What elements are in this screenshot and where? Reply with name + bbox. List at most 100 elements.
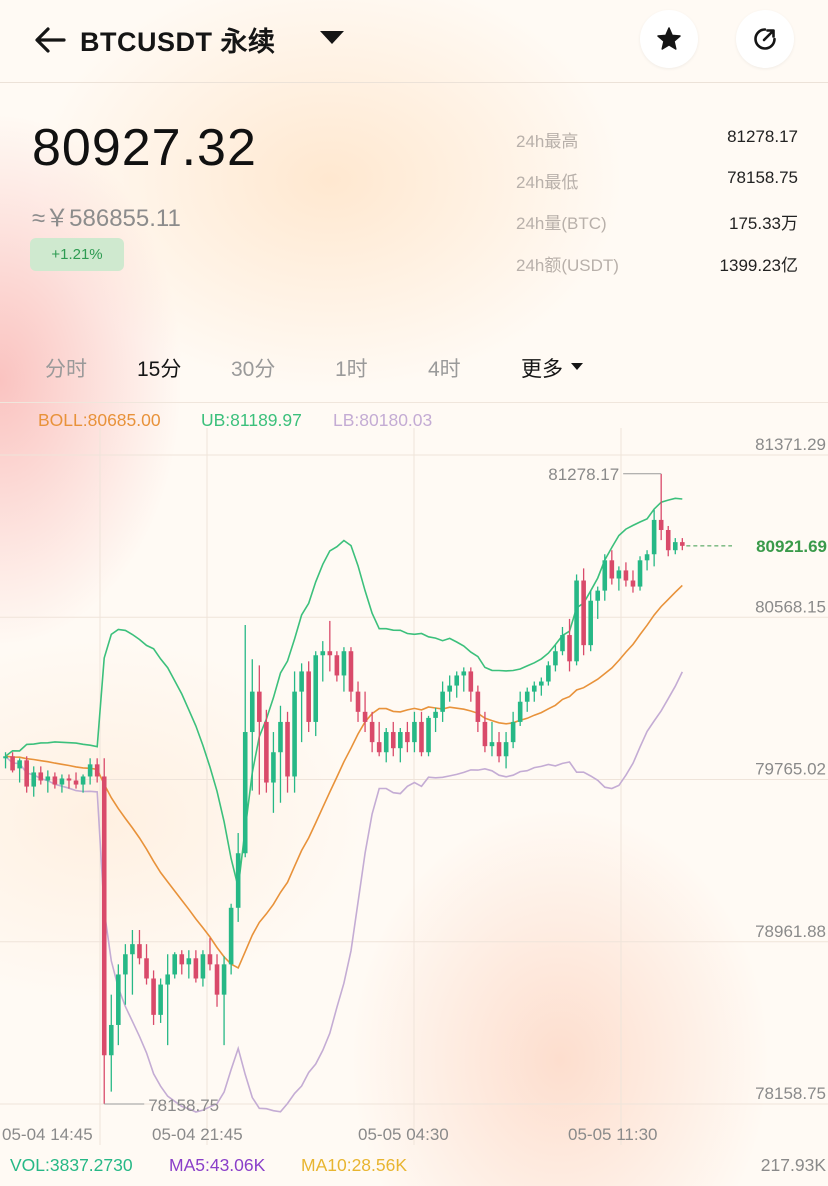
- candle: [235, 833, 241, 922]
- candle-body: [334, 655, 340, 676]
- tab-15m[interactable]: 15分: [137, 353, 181, 383]
- candle: [179, 950, 185, 975]
- candle: [313, 651, 319, 737]
- candle: [623, 562, 629, 587]
- symbol-title[interactable]: BTCUSDT 永续: [80, 20, 276, 59]
- candle: [454, 671, 460, 698]
- candle: [130, 930, 135, 995]
- tab-30m[interactable]: 30分: [231, 353, 275, 383]
- candle-body: [567, 635, 572, 662]
- candle: [539, 677, 544, 696]
- candle-body: [623, 570, 629, 581]
- candle: [602, 554, 608, 601]
- candle-body: [200, 954, 206, 979]
- tab-1h[interactable]: 1时: [335, 353, 368, 383]
- candle: [278, 705, 283, 803]
- candle: [186, 950, 192, 979]
- candle-body: [376, 742, 382, 753]
- ma10-label: MA10:28.56K: [301, 1155, 408, 1175]
- candle-body: [461, 671, 467, 676]
- tab-more[interactable]: 更多: [521, 353, 563, 383]
- candle-body: [172, 954, 178, 975]
- candle: [214, 954, 220, 1007]
- candle: [581, 568, 586, 656]
- candle-body: [468, 671, 474, 692]
- boll-lower-line: [4, 671, 684, 1113]
- candle-body: [179, 954, 185, 965]
- candle: [116, 964, 121, 1046]
- share-icon: [754, 28, 776, 50]
- candle: [341, 647, 347, 692]
- top-bar: BTCUSDT 永续: [0, 0, 828, 83]
- candle-body: [214, 964, 220, 995]
- candle-body: [52, 776, 58, 785]
- candle-body: [94, 764, 100, 777]
- back-button[interactable]: [30, 22, 70, 58]
- candle-body: [207, 954, 213, 965]
- tab-4h[interactable]: 4时: [428, 353, 461, 383]
- candle: [369, 711, 375, 753]
- candle: [475, 685, 481, 733]
- x-axis-tick-label: 05-05 11:30: [568, 1125, 657, 1144]
- candle-body: [616, 570, 622, 579]
- candle-body: [369, 721, 375, 743]
- x-axis-tick-label: 05-04 14:45: [2, 1125, 93, 1144]
- x-axis-tick-label: 05-05 04:30: [358, 1125, 449, 1144]
- candle-body: [433, 711, 438, 718]
- stat-label-volume: 24h量(BTC): [516, 214, 607, 233]
- candle-body: [609, 560, 615, 579]
- candle-body: [278, 721, 283, 753]
- candle-body: [158, 984, 163, 1015]
- more-caret-icon[interactable]: [571, 363, 583, 370]
- candle: [348, 647, 354, 702]
- candle-body: [475, 691, 481, 722]
- candle: [546, 661, 551, 686]
- candlestick-chart[interactable]: 81371.29 80568.15 79765.02 78961.88 78158.75…: [0, 425, 828, 1153]
- share-button[interactable]: [736, 10, 794, 68]
- candle: [193, 950, 199, 983]
- candle-body: [341, 651, 347, 676]
- candle: [87, 758, 93, 785]
- candle-body: [3, 756, 8, 759]
- stat-value-volume: 175.33万: [729, 214, 798, 233]
- candle: [665, 525, 671, 557]
- candle: [503, 732, 509, 769]
- candle: [200, 950, 206, 987]
- candle-body: [299, 671, 304, 692]
- candle-body: [59, 778, 65, 785]
- tab-time-sharing[interactable]: 分时: [45, 353, 87, 383]
- candle-body: [186, 958, 192, 965]
- candle: [447, 675, 452, 702]
- candle-body: [405, 732, 410, 743]
- candle: [440, 681, 445, 722]
- candle-body: [137, 944, 142, 959]
- candle: [137, 930, 142, 965]
- y-axis-tick-label: 78961.88: [755, 922, 826, 941]
- candle-body: [658, 519, 664, 531]
- candle-body: [116, 974, 121, 1025]
- candle: [249, 659, 255, 791]
- candle-body: [362, 711, 368, 722]
- y-axis-tick-label: 78158.75: [755, 1084, 826, 1103]
- candle-body: [510, 721, 516, 743]
- candle-body: [320, 651, 326, 656]
- back-arrow-icon: [35, 27, 66, 53]
- candle-body: [87, 764, 93, 777]
- candle-body: [151, 978, 156, 1015]
- candle-body: [101, 776, 107, 1056]
- favorite-button[interactable]: [640, 10, 698, 68]
- candle: [672, 538, 678, 555]
- dropdown-caret-icon[interactable]: [320, 31, 344, 44]
- candle: [680, 538, 685, 551]
- candle: [616, 566, 622, 591]
- candle-body: [292, 691, 297, 777]
- candle: [123, 944, 128, 1005]
- candle-body: [637, 560, 643, 587]
- chart-grid: [0, 428, 828, 1145]
- candle: [52, 772, 58, 789]
- y-axis-labels: 81371.29 80568.15 79765.02 78961.88 78158.75: [755, 435, 826, 1103]
- candle-body: [285, 721, 290, 777]
- candle: [38, 766, 44, 785]
- candle-body: [531, 685, 537, 692]
- candle: [207, 938, 213, 971]
